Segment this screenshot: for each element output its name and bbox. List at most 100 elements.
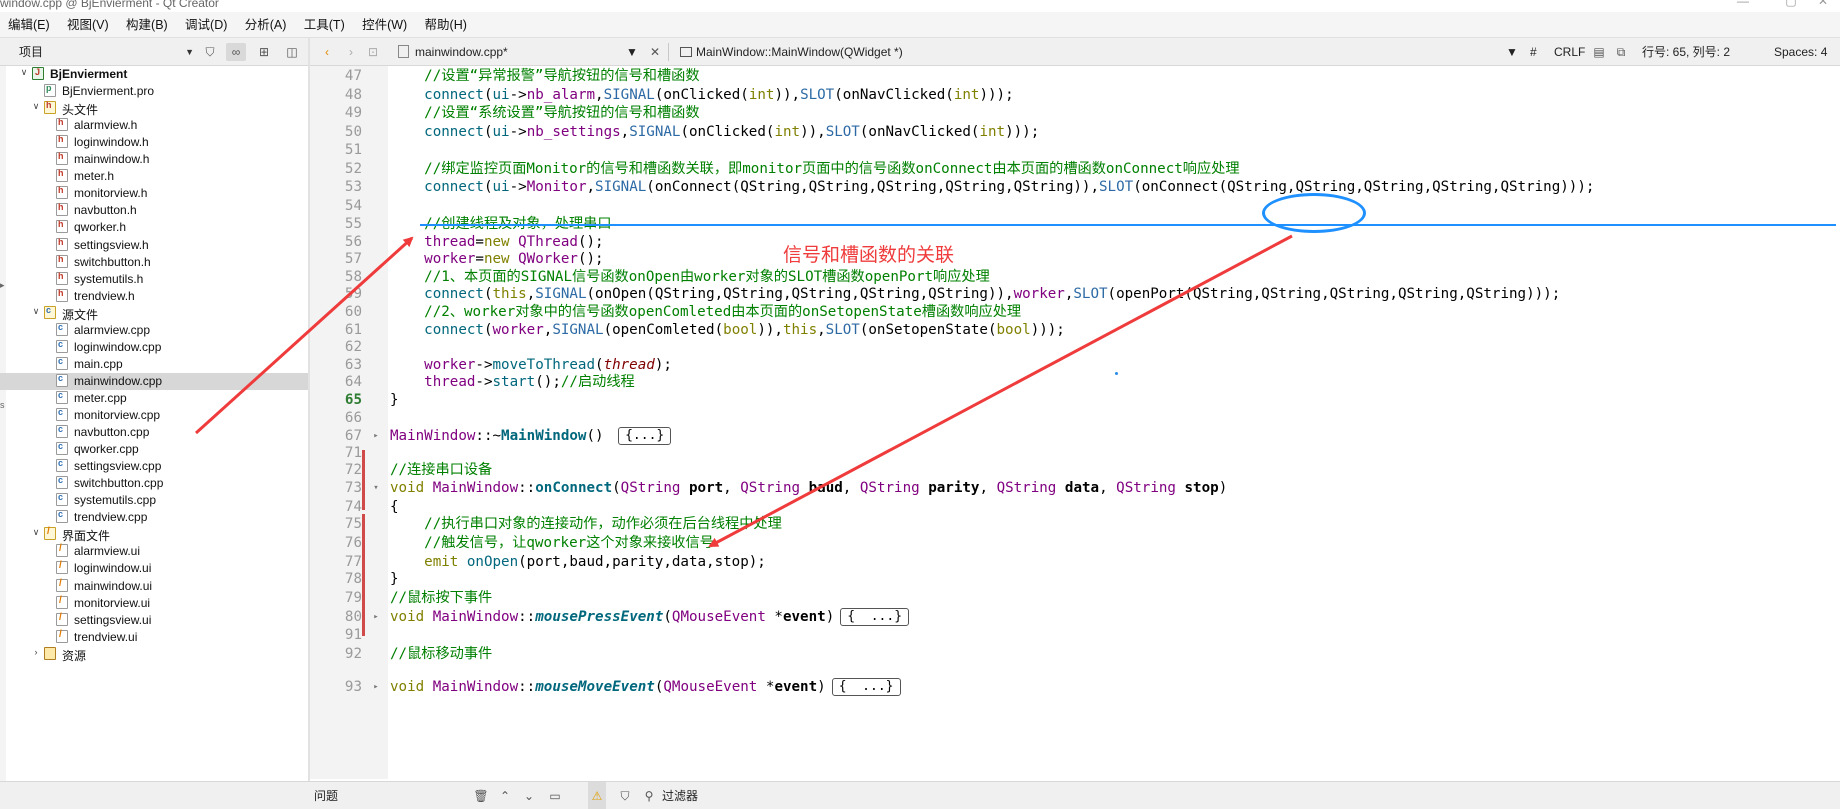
chevron-down-icon[interactable]: ▼ — [1506, 38, 1518, 66]
collapsed-block[interactable]: { ...} — [831, 677, 901, 696]
code-line[interactable]: 72 //连接串口设备 — [310, 460, 1840, 480]
trash-icon[interactable]: 🗑 — [472, 782, 490, 809]
code-line[interactable]: 59 connect(this,SIGNAL(onOpen(QString,QS… — [310, 284, 1840, 304]
tree-item[interactable]: navbutton.h — [0, 202, 308, 219]
up-arrow-icon[interactable]: ⌃ — [496, 782, 514, 809]
collapsed-block[interactable]: { ...} — [840, 608, 910, 626]
project-view-selector[interactable]: 项目 ▼ — [16, 42, 194, 62]
code-line[interactable]: 91 — [310, 625, 1840, 645]
tree-item[interactable]: meter.h — [0, 168, 308, 185]
code-line[interactable]: 73 ▾ void MainWindow::onConnect(QString po… — [310, 478, 1840, 498]
tree-item[interactable]: mainwindow.ui — [0, 578, 308, 595]
tree-item[interactable]: loginwindow.h — [0, 134, 308, 151]
code-line[interactable]: 65} — [310, 390, 1840, 410]
chevron-down-icon[interactable]: ∨ — [30, 527, 42, 538]
code-line[interactable]: 79 //鼠标按下事件 — [310, 588, 1840, 608]
close-button[interactable]: ✕ — [1800, 0, 1840, 12]
code-line[interactable]: 78} — [310, 569, 1840, 589]
code-line[interactable]: 76 //触发信号，让qworker这个对象来接收信号 — [310, 533, 1840, 553]
tree-item[interactable]: ∨ 界面文件 — [0, 526, 308, 543]
code-line[interactable]: 53 connect(ui->Monitor,SIGNAL(onConnect(… — [310, 177, 1840, 197]
filter-icon[interactable]: ⛉ — [200, 43, 220, 61]
tree-item[interactable]: main.cpp — [0, 356, 308, 373]
tree-item[interactable]: loginwindow.ui — [0, 560, 308, 577]
tree-item[interactable]: switchbutton.cpp — [0, 475, 308, 492]
folder-icon[interactable]: ▭ — [546, 782, 564, 809]
tree-item[interactable]: trendview.ui — [0, 629, 308, 646]
filter-input[interactable]: 过滤器 — [662, 782, 698, 809]
menu-analyze[interactable]: 分析(A) — [238, 12, 294, 38]
split-icon[interactable]: ⊞ — [254, 43, 274, 61]
chevron-down-icon[interactable]: ∨ — [30, 101, 42, 112]
issues-label[interactable]: 问题 — [314, 782, 338, 809]
fold-expand-icon[interactable]: ▸ — [370, 677, 382, 697]
close-document-icon[interactable]: ✕ — [646, 38, 664, 66]
lock-icon[interactable]: ⊡ — [364, 38, 382, 66]
tree-item[interactable]: › 资源 — [0, 646, 308, 663]
tree-item[interactable]: settingsview.cpp — [0, 458, 308, 475]
back-icon[interactable]: ‹ — [318, 38, 336, 66]
fold-expand-icon[interactable]: ▸ — [370, 607, 382, 627]
tree-item[interactable]: monitorview.cpp — [0, 407, 308, 424]
warning-icon[interactable]: ⚠ — [588, 782, 606, 809]
symbol-selector[interactable]: MainWindow::MainWindow(QWidget *) — [680, 38, 903, 66]
menu-debug[interactable]: 调试(D) — [178, 12, 234, 38]
down-arrow-icon[interactable]: ⌄ — [520, 782, 538, 809]
code-line[interactable]: 80 ▸ void MainWindow::mousePressEvent(QMou… — [310, 607, 1840, 627]
chevron-down-icon[interactable]: ▼ — [626, 38, 638, 66]
bookmark-icon[interactable]: ⧉ — [1612, 38, 1630, 66]
tree-item[interactable]: qworker.cpp — [0, 441, 308, 458]
indentation-button[interactable]: Spaces: 4 — [1774, 38, 1827, 66]
tree-item[interactable]: loginwindow.cpp — [0, 339, 308, 356]
tree-item[interactable]: mainwindow.h — [0, 151, 308, 168]
tree-item[interactable]: BjEnvierment.pro — [0, 83, 308, 100]
minimize-button[interactable]: — — [1720, 0, 1766, 12]
menu-tools[interactable]: 工具(T) — [297, 12, 352, 38]
code-line[interactable]: 49 //设置“系统设置”导航按钮的信号和槽函数 — [310, 103, 1840, 123]
link-icon[interactable]: ∞ — [226, 43, 246, 61]
code-line[interactable]: 47 //设置“异常报警”导航按钮的信号和槽函数 — [310, 66, 1840, 86]
tree-item[interactable]: ∨ 头文件 — [0, 100, 308, 117]
code-line[interactable]: 52 //绑定监控页面Monitor的信号和槽函数关联，即monitor页面中的… — [310, 159, 1840, 179]
menu-help[interactable]: 帮助(H) — [418, 12, 474, 38]
menu-build[interactable]: 构建(B) — [119, 12, 175, 38]
search-icon[interactable]: ⚲ — [640, 782, 658, 809]
code-line[interactable]: 93 ▸ void MainWindow::mouseMoveEvent(QMous… — [310, 677, 1840, 697]
filter-icon[interactable]: ⛉ — [616, 782, 634, 809]
chevron-down-icon[interactable]: ∨ — [30, 306, 42, 317]
line-ending-button[interactable]: CRLF — [1554, 38, 1585, 66]
tree-item[interactable]: settingsview.ui — [0, 612, 308, 629]
code-editor[interactable]: 47 //设置“异常报警”导航按钮的信号和槽函数 48 connect(ui->n… — [310, 66, 1840, 779]
tree-item[interactable]: settingsview.h — [0, 237, 308, 254]
menu-widgets[interactable]: 控件(W) — [355, 12, 414, 38]
tree-item[interactable]: monitorview.ui — [0, 595, 308, 612]
code-line[interactable]: 51 — [310, 140, 1840, 160]
tree-item[interactable]: systemutils.h — [0, 271, 308, 288]
fold-collapse-icon[interactable]: ▾ — [370, 478, 382, 498]
chevron-down-icon[interactable]: ∨ — [18, 67, 30, 78]
tree-item[interactable]: systemutils.cpp — [0, 492, 308, 509]
menu-edit[interactable]: 编辑(E) — [0, 12, 57, 38]
tree-item[interactable]: trendview.h — [0, 288, 308, 305]
tree-item[interactable]: ∨ BjEnvierment — [0, 66, 308, 83]
menu-view[interactable]: 视图(V) — [60, 12, 116, 38]
code-line[interactable]: 62 — [310, 337, 1840, 357]
code-line[interactable]: 54 — [310, 196, 1840, 216]
forward-icon[interactable]: › — [342, 38, 360, 66]
encoding-icon[interactable]: ▤ — [1590, 38, 1608, 66]
code-line[interactable]: 48 connect(ui->nb_alarm,SIGNAL(onClicked… — [310, 85, 1840, 105]
code-line[interactable]: 50 connect(ui->nb_settings,SIGNAL(onClic… — [310, 122, 1840, 142]
close-sidebar-icon[interactable]: ◫ — [282, 43, 302, 61]
tree-item[interactable]: monitorview.h — [0, 185, 308, 202]
tree-item[interactable]: alarmview.cpp — [0, 322, 308, 339]
code-line[interactable]: 92 //鼠标移动事件 — [310, 644, 1840, 664]
tree-item[interactable]: alarmview.h — [0, 117, 308, 134]
cursor-position[interactable]: 行号: 65, 列号: 2 — [1642, 38, 1730, 66]
tree-item[interactable]: navbutton.cpp — [0, 424, 308, 441]
tree-item[interactable]: switchbutton.h — [0, 254, 308, 271]
tree-item[interactable]: meter.cpp — [0, 390, 308, 407]
tree-item[interactable]: mainwindow.cpp — [0, 372, 308, 390]
tree-item[interactable]: alarmview.ui — [0, 543, 308, 560]
tree-item[interactable]: ∨ 源文件 — [0, 305, 308, 322]
collapsed-block[interactable]: {...} — [618, 426, 672, 445]
